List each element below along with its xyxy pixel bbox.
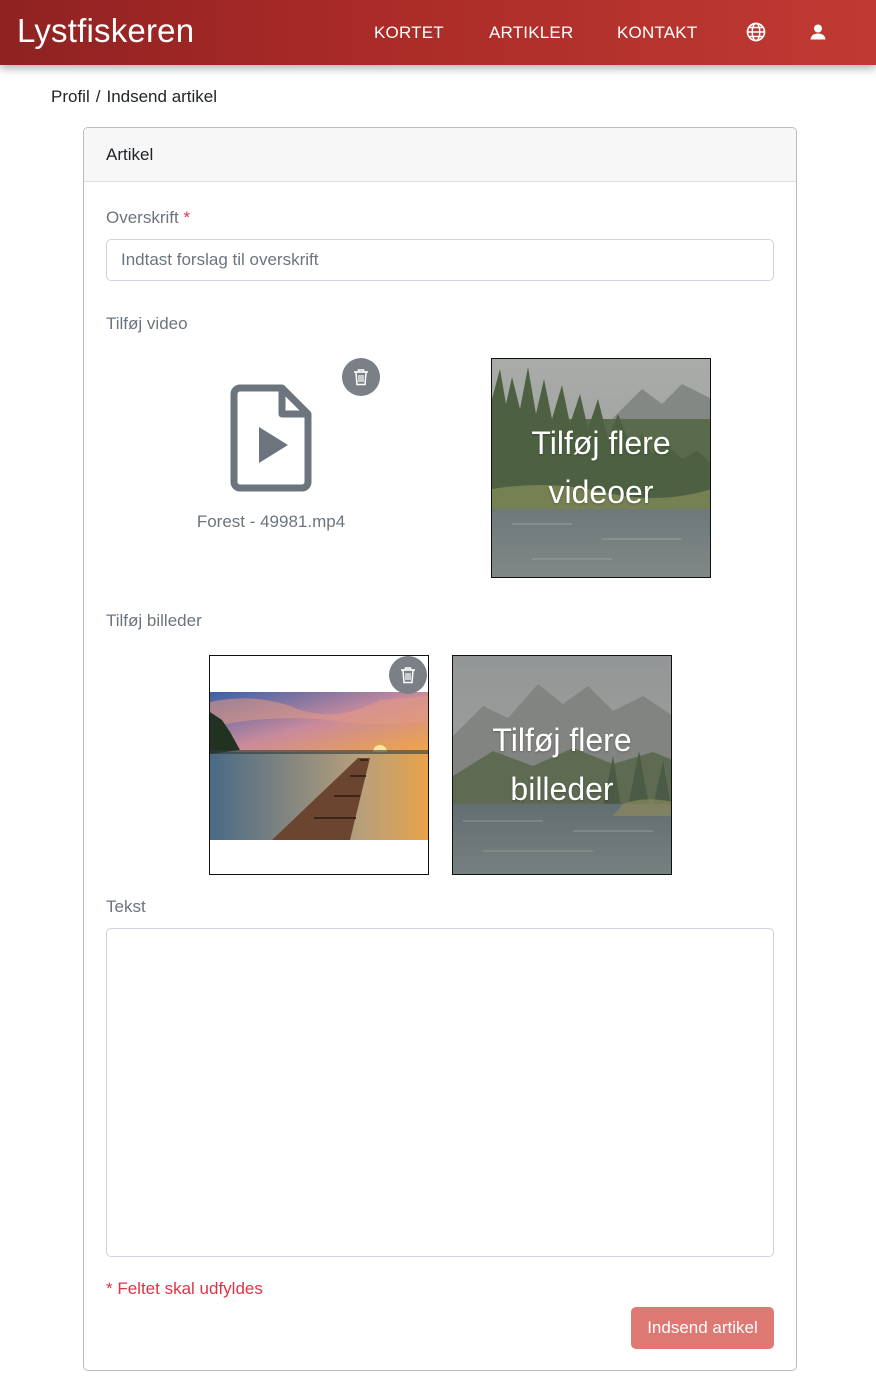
video-file-icon xyxy=(230,384,312,492)
globe-icon[interactable] xyxy=(744,20,768,44)
text-label: Tekst xyxy=(106,897,146,916)
nav-link-artikler[interactable]: ARTIKLER xyxy=(489,22,573,44)
video-label: Tilføj video xyxy=(106,314,188,333)
add-more-images-label: Tilføj flere billeder xyxy=(492,722,632,807)
brand-logo[interactable]: Lystfiskeren xyxy=(17,10,194,52)
required-marker: * xyxy=(183,208,191,227)
pier-sunset-image xyxy=(210,692,428,840)
video-file-name: Forest - 49981.mp4 xyxy=(196,512,346,531)
card-header: Artikel xyxy=(84,128,796,182)
delete-image-button[interactable] xyxy=(389,656,427,694)
breadcrumb-item-profil[interactable]: Profil xyxy=(51,87,90,106)
nav-link-kortet[interactable]: KORTET xyxy=(374,22,444,44)
breadcrumb: Profil / Indsend artikel xyxy=(51,86,217,108)
headline-label-text: Overskrift xyxy=(106,208,179,227)
add-more-videos-label: Tilføj flere videoer xyxy=(531,425,671,510)
add-more-videos-tile[interactable]: Tilføj flere videoer xyxy=(491,358,711,578)
required-field-note: * Feltet skal udfyldes xyxy=(106,1279,263,1298)
breadcrumb-item-current: Indsend artikel xyxy=(106,87,218,106)
card-title: Artikel xyxy=(106,145,154,164)
trash-icon xyxy=(401,667,415,684)
top-navbar: Lystfiskeren KORTET ARTIKLER KONTAKT xyxy=(0,0,876,65)
headline-label: Overskrift * xyxy=(106,207,190,229)
user-icon[interactable] xyxy=(806,20,830,44)
trash-icon xyxy=(354,369,368,386)
delete-video-button[interactable] xyxy=(342,358,380,396)
nav-link-kontakt[interactable]: KONTAKT xyxy=(617,22,697,44)
headline-input[interactable] xyxy=(106,239,774,281)
breadcrumb-separator: / xyxy=(95,87,101,106)
article-card: Artikel Overskrift * Tilføj video Forest… xyxy=(83,127,797,1371)
add-more-images-tile[interactable]: Tilføj flere billeder xyxy=(452,655,672,875)
submit-article-button[interactable]: Indsend artikel xyxy=(631,1307,774,1349)
article-text-area[interactable] xyxy=(106,928,774,1257)
images-label: Tilføj billeder xyxy=(106,611,202,630)
